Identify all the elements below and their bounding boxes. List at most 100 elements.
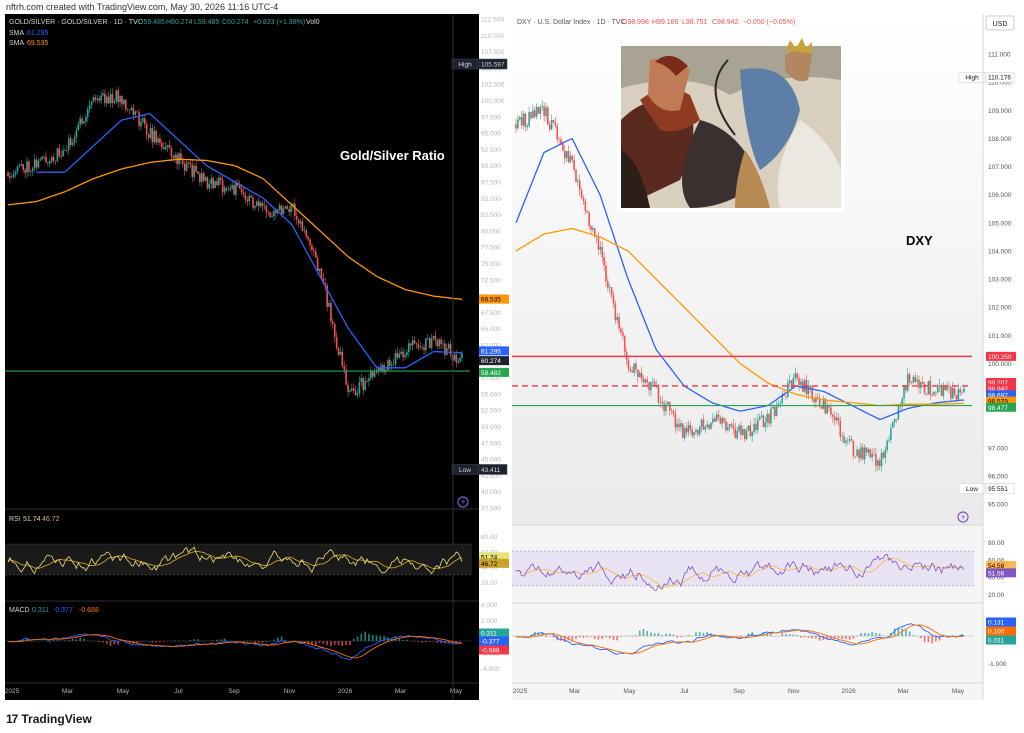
price-candle	[98, 98, 100, 101]
price-candle	[839, 421, 842, 437]
price-candle	[520, 117, 523, 126]
price-candle	[413, 340, 416, 344]
price-candle	[627, 359, 630, 369]
price-candle	[29, 171, 32, 172]
price-candle	[670, 409, 673, 411]
price-candle	[708, 424, 710, 429]
price-candle	[79, 118, 81, 125]
price-candle	[290, 205, 292, 213]
price-candle	[753, 423, 755, 433]
macd-histogram-bar	[379, 635, 382, 641]
price-candle	[286, 206, 289, 210]
price-axis-tick: 104.000	[988, 248, 1012, 255]
price-candle	[734, 428, 737, 439]
price-candle	[303, 230, 306, 231]
price-candle	[214, 181, 216, 189]
price-axis-tick: 100.000	[481, 98, 505, 105]
price-candle	[240, 188, 243, 193]
price-candle	[826, 405, 828, 414]
price-candle	[533, 110, 536, 117]
high-value: 105.597	[481, 62, 505, 69]
price-candle	[288, 209, 290, 213]
price-candle	[335, 336, 338, 349]
price-candle	[305, 230, 308, 237]
macd-tag-label: 0.131	[988, 620, 1005, 627]
price-candle	[875, 454, 877, 466]
macd-histogram-bar	[878, 633, 881, 636]
price-candle	[354, 391, 357, 396]
price-candle	[562, 143, 564, 151]
time-axis-label: Mar	[395, 688, 407, 695]
rsi-band	[5, 544, 472, 575]
price-tag-label: 61.295	[481, 348, 501, 355]
price-candle	[530, 112, 532, 119]
price-candle	[351, 388, 353, 391]
price-candle	[417, 344, 420, 348]
macd-axis-tick: 2.000	[481, 618, 498, 625]
price-candle	[145, 124, 148, 135]
price-candle	[210, 178, 213, 184]
macd-histogram-bar	[695, 632, 697, 636]
price-candle	[691, 429, 694, 436]
price-candle	[193, 165, 195, 178]
price-candle	[863, 447, 866, 460]
price-candle	[908, 374, 911, 383]
price-axis-tick: 82.500	[481, 212, 501, 219]
price-candle	[254, 205, 256, 208]
price-candle	[785, 395, 787, 397]
price-axis-tick: 52.500	[481, 408, 501, 415]
price-candle	[652, 381, 654, 383]
price-candle	[704, 426, 707, 430]
macd-histogram-bar	[364, 631, 366, 641]
price-candle	[284, 206, 287, 209]
price-candle	[39, 159, 42, 161]
price-candle	[111, 93, 114, 104]
price-candle	[41, 156, 43, 160]
left-sma1-label: SMA	[9, 30, 25, 37]
price-candle	[56, 148, 59, 161]
price-candle	[185, 162, 188, 171]
price-candle	[541, 106, 544, 108]
time-axis-label: May	[623, 688, 636, 695]
time-axis-label: Mar	[898, 688, 910, 695]
price-candle	[865, 447, 868, 453]
price-candle	[599, 247, 602, 250]
price-candle	[35, 159, 38, 168]
price-candle	[762, 415, 765, 427]
macd-histogram-bar	[860, 632, 862, 636]
price-candle	[517, 119, 519, 129]
price-candle	[134, 111, 137, 115]
dxy-annotation: DXY	[906, 233, 933, 248]
price-candle	[740, 425, 742, 435]
price-candle	[73, 137, 76, 143]
macd-histogram-bar	[785, 634, 787, 636]
price-candle	[717, 414, 720, 418]
price-candle	[428, 337, 431, 348]
macd-histogram-bar	[612, 636, 615, 641]
macd-histogram-bar	[698, 631, 701, 636]
price-candle	[833, 416, 836, 421]
macd-histogram-bar	[197, 639, 199, 641]
price-candle	[590, 225, 592, 230]
price-candle	[50, 156, 53, 161]
price-candle	[223, 187, 226, 193]
low-value: 95.551	[988, 486, 1008, 493]
left-sma2-value: 69.535	[27, 40, 49, 47]
rsi-axis-tick: 80.00	[988, 540, 1005, 547]
right-ohlc-close: C98.942	[712, 19, 739, 26]
price-candle	[52, 156, 55, 161]
left-sma1-value: 61.295	[27, 30, 49, 37]
price-candle	[601, 247, 604, 257]
price-candle	[20, 164, 23, 166]
price-axis-tick: 108.000	[988, 136, 1012, 143]
price-candle	[9, 175, 11, 178]
price-candle	[434, 336, 437, 341]
low-label: Low	[459, 467, 471, 474]
price-candle	[159, 138, 161, 143]
price-candle	[548, 124, 551, 130]
price-candle	[373, 372, 376, 377]
price-candle	[860, 447, 862, 459]
price-candle	[157, 138, 159, 143]
price-candle	[921, 382, 924, 384]
price-candle	[92, 97, 95, 102]
